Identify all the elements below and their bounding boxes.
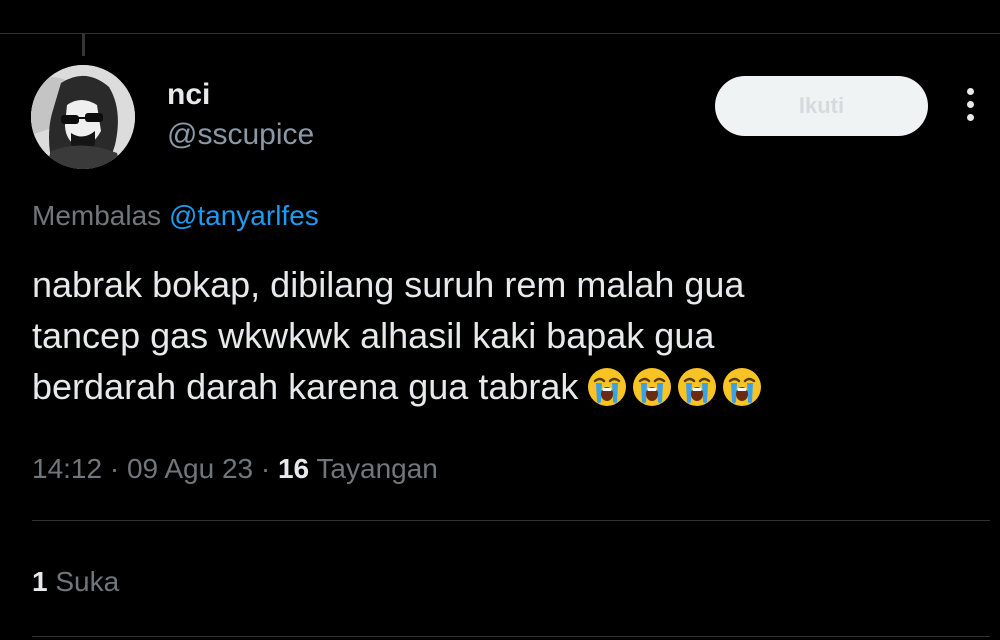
likes-label: Suka bbox=[55, 566, 120, 597]
more-dot bbox=[966, 88, 974, 95]
tweet-metadata: 14:12 · 09 Agu 23 · 16 Tayangan bbox=[32, 453, 438, 485]
views-count: 16 bbox=[277, 453, 310, 484]
tweet-time[interactable]: 14:12 bbox=[32, 453, 102, 484]
tweet-text-line: nabrak bokap, dibilang suruh rem malah g… bbox=[32, 264, 745, 305]
follow-button[interactable]: Ikuti bbox=[715, 76, 928, 136]
loudly-crying-face-icon bbox=[586, 366, 628, 408]
user-handle[interactable]: @sscupice bbox=[167, 118, 314, 152]
tweet-date[interactable]: 09 Agu 23 bbox=[127, 453, 253, 484]
avatar[interactable] bbox=[31, 65, 135, 169]
views-label: Tayangan bbox=[316, 453, 438, 484]
loudly-crying-face-icon bbox=[631, 366, 673, 408]
thread-connector-line bbox=[82, 34, 85, 56]
reply-context: Membalas @tanyarlfes bbox=[32, 200, 319, 232]
meta-separator: · bbox=[260, 453, 271, 484]
meta-separator: · bbox=[109, 453, 120, 484]
tweet-text-line: berdarah darah karena gua tabrak bbox=[32, 361, 932, 421]
loudly-crying-face-icon bbox=[721, 366, 763, 408]
divider bbox=[32, 636, 990, 637]
likes-count: 1 bbox=[32, 566, 48, 597]
profile-photo bbox=[31, 65, 135, 169]
more-dot bbox=[966, 114, 974, 121]
tweet-text: nabrak bokap, dibilang suruh rem malah g… bbox=[32, 259, 932, 421]
more-vertical-icon[interactable] bbox=[958, 88, 982, 128]
tweet-text-line-content: berdarah darah karena gua tabrak bbox=[32, 366, 579, 407]
tweet-text-line: tancep gas wkwkwk alhasil kaki bapak gua bbox=[32, 315, 715, 356]
more-dot bbox=[966, 101, 974, 108]
emoji-group bbox=[586, 366, 766, 421]
top-border bbox=[0, 33, 1000, 34]
loudly-crying-face-icon bbox=[676, 366, 718, 408]
reply-prefix: Membalas bbox=[32, 200, 162, 231]
likes-stat[interactable]: 1 Suka bbox=[32, 566, 119, 598]
reply-mention-link[interactable]: @tanyarlfes bbox=[169, 200, 319, 231]
divider bbox=[32, 520, 990, 521]
display-name[interactable]: nci bbox=[167, 78, 210, 112]
